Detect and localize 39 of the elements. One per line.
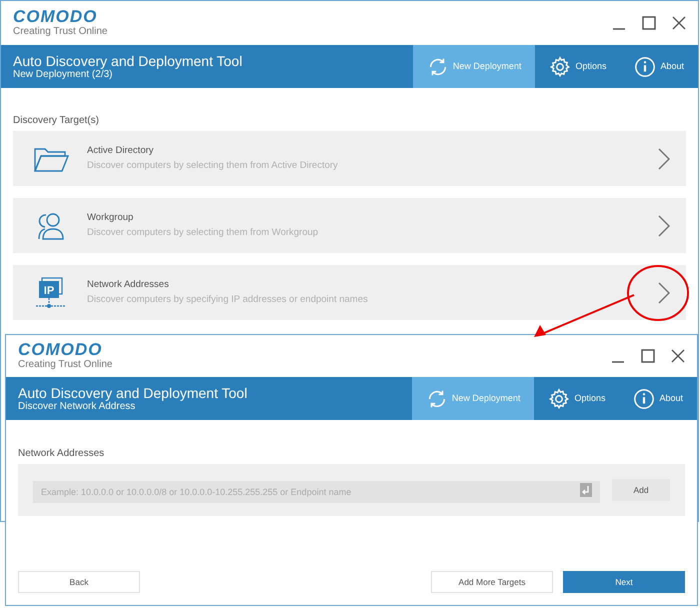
- app-title: Auto Discovery and Deployment Tool: [13, 52, 244, 68]
- nav-tab[interactable]: New Deployment: [412, 45, 536, 88]
- close-icon[interactable]: [672, 16, 686, 30]
- target-option[interactable]: IP Network Addresses Discover computers by specifying IP addresses or endpoint names: [13, 265, 686, 320]
- option-description: Discover computers by specifying IP addresses or endpoint names: [87, 292, 369, 306]
- chevron-right-icon: [658, 148, 670, 170]
- address-field[interactable]: Example: 10.0.0.0 or 10.0.0.0/8 or 10.0.0.0-10.255.255.255 or Endpoint name: [33, 481, 600, 503]
- app-title: Auto Discovery and Deployment Tool: [18, 384, 248, 400]
- nav-tab[interactable]: New Deployment: [412, 377, 534, 420]
- logo-wordmark: COMODO: [18, 341, 104, 359]
- option-title: Workgroup: [87, 211, 134, 226]
- maximize-icon[interactable]: [642, 16, 656, 30]
- maximize-icon[interactable]: [641, 349, 655, 363]
- logo-tagline: Creating Trust Online: [13, 26, 108, 38]
- enter-icon: [580, 483, 592, 497]
- option-description: Discover computers by selecting them from Workgroup: [87, 226, 320, 240]
- option-description: Discover computers by selecting them from Active Directory: [87, 158, 339, 172]
- logo-tagline: Creating Trust Online: [18, 359, 112, 371]
- logo-wordmark: COMODO: [13, 8, 98, 26]
- option-title: Network Addresses: [87, 278, 170, 292]
- info-icon: [634, 56, 656, 78]
- highlight-circle: [626, 264, 690, 322]
- chevron-right-icon: [658, 282, 670, 304]
- add-button[interactable]: Add: [612, 479, 670, 501]
- section-label: Discovery Target(s): [13, 114, 100, 128]
- footer-button[interactable]: Add More Targets: [431, 571, 553, 593]
- chevron-right-icon: [658, 214, 670, 236]
- page-subtitle: New Deployment (2/3): [13, 68, 114, 80]
- settings-icon: [549, 56, 572, 78]
- section-label: Network Addresses: [18, 447, 106, 461]
- footer-button[interactable]: Back: [18, 571, 140, 593]
- info-icon: [633, 388, 656, 410]
- page-subtitle: Discover Network Address: [18, 400, 136, 412]
- close-icon[interactable]: [671, 349, 685, 363]
- settings-icon: [548, 388, 570, 410]
- target-option[interactable]: Active Directory Discover computers by selecting them from Active Directory: [13, 131, 686, 186]
- target-option[interactable]: Workgroup Discover computers by selecting them from Workgroup: [13, 198, 686, 253]
- option-title: Active Directory: [87, 144, 155, 158]
- footer-button[interactable]: Next: [563, 571, 685, 593]
